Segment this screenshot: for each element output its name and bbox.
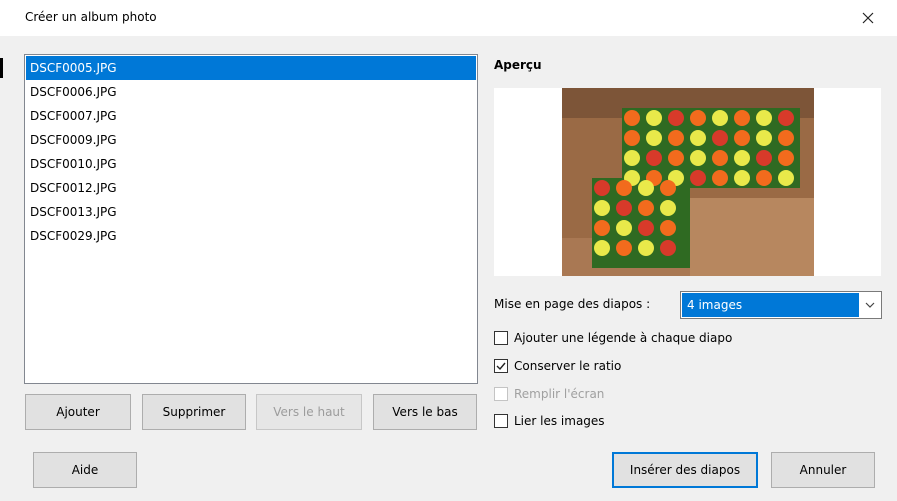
help-button[interactable]: Aide (33, 452, 137, 488)
window-edge-marker (0, 58, 3, 78)
flower-decoration (734, 130, 750, 146)
ratio-checkbox[interactable] (494, 359, 508, 373)
flower-decoration (756, 130, 772, 146)
flower-decoration (778, 130, 794, 146)
ratio-option[interactable]: Conserver le ratio (494, 356, 621, 376)
ratio-label: Conserver le ratio (514, 359, 622, 373)
flower-decoration (756, 150, 772, 166)
flower-decoration (616, 180, 632, 196)
insert-slides-button[interactable]: Insérer des diapos (612, 452, 758, 488)
chevron-down-icon (865, 302, 875, 308)
caption-option[interactable]: Ajouter une légende à chaque diapo (494, 328, 732, 348)
flower-decoration (638, 220, 654, 236)
file-list-item[interactable]: DSCF0013.JPG (26, 200, 476, 224)
flower-decoration (646, 150, 662, 166)
flower-decoration (624, 150, 640, 166)
flower-decoration (712, 130, 728, 146)
flower-decoration (756, 110, 772, 126)
file-list[interactable]: DSCF0005.JPG DSCF0006.JPG DSCF0007.JPG DSCF… (24, 54, 478, 384)
add-button[interactable]: Ajouter (25, 394, 131, 430)
flower-decoration (690, 150, 706, 166)
flower-decoration (594, 180, 610, 196)
flower-decoration (734, 110, 750, 126)
flower-decoration (646, 110, 662, 126)
flower-decoration (690, 170, 706, 186)
flower-decoration (690, 130, 706, 146)
remove-button[interactable]: Supprimer (142, 394, 246, 430)
cancel-button[interactable]: Annuler (771, 452, 875, 488)
flower-decoration (712, 110, 728, 126)
preview-label: Aperçu (494, 58, 542, 72)
fill-screen-checkbox[interactable] (494, 387, 508, 401)
check-icon (496, 362, 506, 371)
file-list-item[interactable]: DSCF0009.JPG (26, 128, 476, 152)
close-icon (862, 12, 874, 24)
window-title: Créer un album photo (25, 10, 157, 24)
move-up-button[interactable]: Vers le haut (256, 394, 362, 430)
flower-decoration (712, 170, 728, 186)
file-list-item[interactable]: DSCF0007.JPG (26, 104, 476, 128)
flower-decoration (594, 200, 610, 216)
flower-decoration (638, 200, 654, 216)
file-list-item[interactable]: DSCF0005.JPG (26, 56, 476, 80)
link-images-label: Lier les images (514, 414, 605, 428)
layout-label: Mise en page des diapos : (494, 297, 651, 311)
layout-select-arrow[interactable] (859, 292, 881, 318)
link-images-checkbox[interactable] (494, 414, 508, 428)
flower-decoration (668, 110, 684, 126)
file-list-item[interactable]: DSCF0029.JPG (26, 224, 476, 248)
flower-decoration (594, 220, 610, 236)
move-down-button[interactable]: Vers le bas (373, 394, 477, 430)
fill-screen-option[interactable]: Remplir l'écran (494, 384, 604, 404)
flower-decoration (778, 110, 794, 126)
flower-decoration (690, 110, 706, 126)
flower-decoration (778, 170, 794, 186)
flower-decoration (660, 180, 676, 196)
flower-decoration (660, 220, 676, 236)
title-bar: Créer un album photo (0, 0, 897, 36)
file-list-item[interactable]: DSCF0010.JPG (26, 152, 476, 176)
flower-decoration (594, 240, 610, 256)
flower-decoration (712, 150, 728, 166)
flower-decoration (616, 220, 632, 236)
caption-label: Ajouter une légende à chaque diapo (514, 331, 733, 345)
flower-decoration (660, 200, 676, 216)
caption-checkbox[interactable] (494, 331, 508, 345)
flower-decoration (624, 110, 640, 126)
link-images-option[interactable]: Lier les images (494, 411, 605, 431)
flower-decoration (668, 130, 684, 146)
flower-decoration (756, 170, 772, 186)
flower-decoration (734, 170, 750, 186)
flower-decoration (638, 240, 654, 256)
layout-select-value: 4 images (682, 293, 859, 317)
flower-decoration (616, 240, 632, 256)
flower-decoration (778, 150, 794, 166)
preview-panel (494, 88, 881, 276)
fill-screen-label: Remplir l'écran (514, 387, 605, 401)
preview-image (562, 88, 814, 276)
layout-select[interactable]: 4 images (680, 291, 882, 319)
flower-decoration (660, 240, 676, 256)
flower-decoration (616, 200, 632, 216)
close-button[interactable] (853, 4, 883, 32)
flower-decoration (624, 130, 640, 146)
flower-decoration (646, 130, 662, 146)
flower-decoration (734, 150, 750, 166)
file-list-item[interactable]: DSCF0012.JPG (26, 176, 476, 200)
file-list-item[interactable]: DSCF0006.JPG (26, 80, 476, 104)
flower-decoration (668, 150, 684, 166)
flower-decoration (638, 180, 654, 196)
